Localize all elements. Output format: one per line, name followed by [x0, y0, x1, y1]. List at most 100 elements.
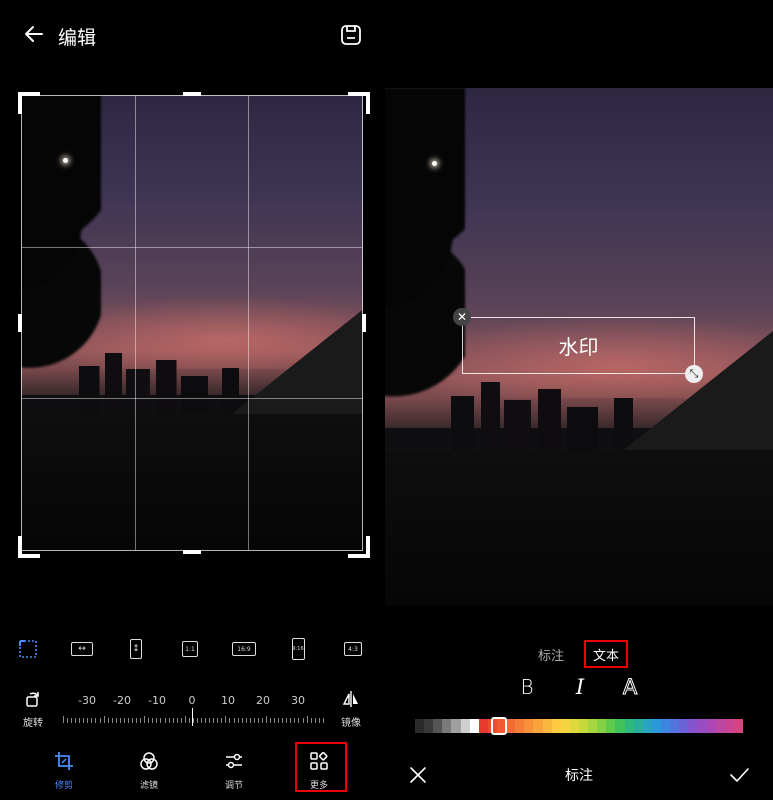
ruler-tick — [164, 718, 166, 723]
check-icon[interactable] — [728, 764, 750, 786]
ruler-tick — [237, 718, 239, 723]
color-swatch[interactable] — [442, 719, 452, 733]
crop-handle-bottom-right[interactable] — [348, 536, 370, 558]
crop-frame[interactable] — [21, 95, 363, 551]
color-swatch[interactable] — [670, 719, 680, 733]
outline-button[interactable]: A — [618, 675, 642, 700]
color-swatch[interactable] — [733, 719, 743, 733]
ratio-4-3[interactable]: 4:3 — [340, 636, 366, 662]
color-swatch[interactable] — [460, 719, 470, 733]
close-icon[interactable]: ✕ — [453, 308, 471, 326]
angle-ruler[interactable] — [63, 713, 324, 723]
nav-crop[interactable]: 修剪 — [42, 751, 86, 791]
color-swatch[interactable] — [533, 719, 543, 733]
ruler-tick — [294, 718, 296, 723]
color-swatch[interactable] — [433, 719, 443, 733]
angle-indicator[interactable] — [192, 708, 193, 726]
color-swatch[interactable] — [633, 719, 643, 733]
ruler-tick — [213, 718, 215, 723]
color-swatch[interactable] — [706, 719, 716, 733]
color-swatch[interactable] — [697, 719, 707, 733]
ratio-horizontal[interactable]: ↔ — [69, 636, 95, 662]
ruler-tick — [87, 718, 89, 723]
color-palette[interactable] — [415, 719, 743, 733]
color-swatch[interactable] — [469, 719, 479, 733]
color-swatch[interactable] — [569, 719, 579, 733]
color-swatch[interactable] — [642, 719, 652, 733]
ratio-free[interactable] — [15, 636, 41, 662]
rotate-label: 旋转 — [23, 718, 43, 729]
crop-handle-top-left[interactable] — [18, 92, 40, 114]
ruler-tick — [140, 718, 142, 723]
ruler-tick — [253, 718, 255, 723]
ratio-1-1[interactable]: 1:1 — [177, 636, 203, 662]
mirror-icon — [342, 691, 358, 707]
italic-button[interactable]: I — [568, 675, 592, 699]
ratio-9-16[interactable]: 9:16 — [285, 636, 311, 662]
color-swatch[interactable] — [542, 719, 552, 733]
ratio-vertical[interactable]: ↕ — [123, 636, 149, 662]
color-swatch[interactable] — [515, 719, 525, 733]
close-icon[interactable] — [407, 764, 429, 786]
crop-handle-top-right[interactable] — [348, 92, 370, 114]
crop-handle-bottom[interactable] — [183, 550, 201, 554]
nav-crop-label: 修剪 — [54, 781, 73, 791]
mirror-button[interactable]: 镜像 — [331, 690, 371, 729]
crop-handle-right[interactable] — [362, 314, 366, 332]
angle-tick-label: 30 — [291, 694, 305, 707]
color-swatch[interactable] — [415, 719, 425, 733]
ruler-tick — [83, 718, 85, 723]
color-swatch[interactable] — [478, 719, 488, 733]
save-icon[interactable] — [340, 24, 362, 46]
color-swatch[interactable] — [615, 719, 625, 733]
color-swatch[interactable] — [688, 719, 698, 733]
color-swatch[interactable] — [679, 719, 689, 733]
color-swatch[interactable] — [551, 719, 561, 733]
color-swatch[interactable] — [524, 719, 534, 733]
ruler-tick — [318, 718, 320, 723]
nav-filter[interactable]: 滤镜 — [127, 751, 171, 791]
color-swatch[interactable] — [624, 719, 634, 733]
color-swatch[interactable] — [424, 719, 434, 733]
resize-icon[interactable]: ⤡ — [685, 365, 703, 383]
tab-annotate[interactable]: 标注 — [538, 645, 564, 664]
ruler-tick — [278, 718, 280, 723]
color-swatch[interactable] — [597, 719, 607, 733]
ruler-tick — [107, 718, 109, 723]
bold-button[interactable]: B — [515, 675, 539, 699]
crop-handle-bottom-left[interactable] — [18, 536, 40, 558]
color-swatch[interactable] — [724, 719, 734, 733]
ruler-tick — [322, 718, 324, 723]
ruler-tick — [136, 718, 138, 723]
bottom-title: 标注 — [565, 768, 593, 784]
angle-tick-label: 0 — [188, 694, 196, 707]
ruler-tick — [274, 718, 276, 723]
palette-selector[interactable] — [491, 717, 507, 735]
ratio-16-9[interactable]: 16:9 — [231, 636, 257, 662]
highlight-text-tab — [584, 640, 628, 668]
color-swatch[interactable] — [660, 719, 671, 733]
color-swatch[interactable] — [560, 719, 570, 733]
ruler-tick — [257, 718, 259, 723]
ruler-tick — [196, 718, 198, 723]
arrow-left-icon[interactable] — [22, 22, 46, 46]
ruler-tick — [290, 718, 292, 723]
color-swatch[interactable] — [451, 719, 461, 733]
color-swatch[interactable] — [606, 719, 616, 733]
crop-handle-top[interactable] — [183, 92, 201, 96]
nav-adjust-label: 调节 — [224, 781, 243, 791]
color-swatch[interactable] — [651, 719, 661, 733]
ruler-tick — [266, 716, 267, 723]
ruler-tick — [245, 718, 247, 723]
color-swatch[interactable] — [588, 719, 598, 733]
crop-handle-left[interactable] — [18, 314, 22, 332]
ruler-tick — [217, 718, 219, 723]
rotate-button[interactable]: 旋转 — [13, 690, 53, 729]
color-swatch[interactable] — [715, 719, 725, 733]
color-swatch[interactable] — [578, 719, 589, 733]
watermark-text-box[interactable]: 水印 — [462, 317, 695, 374]
nav-adjust[interactable]: 调节 — [212, 751, 256, 791]
ruler-tick — [71, 718, 73, 723]
color-swatch[interactable] — [506, 719, 516, 733]
ruler-tick — [205, 718, 207, 723]
